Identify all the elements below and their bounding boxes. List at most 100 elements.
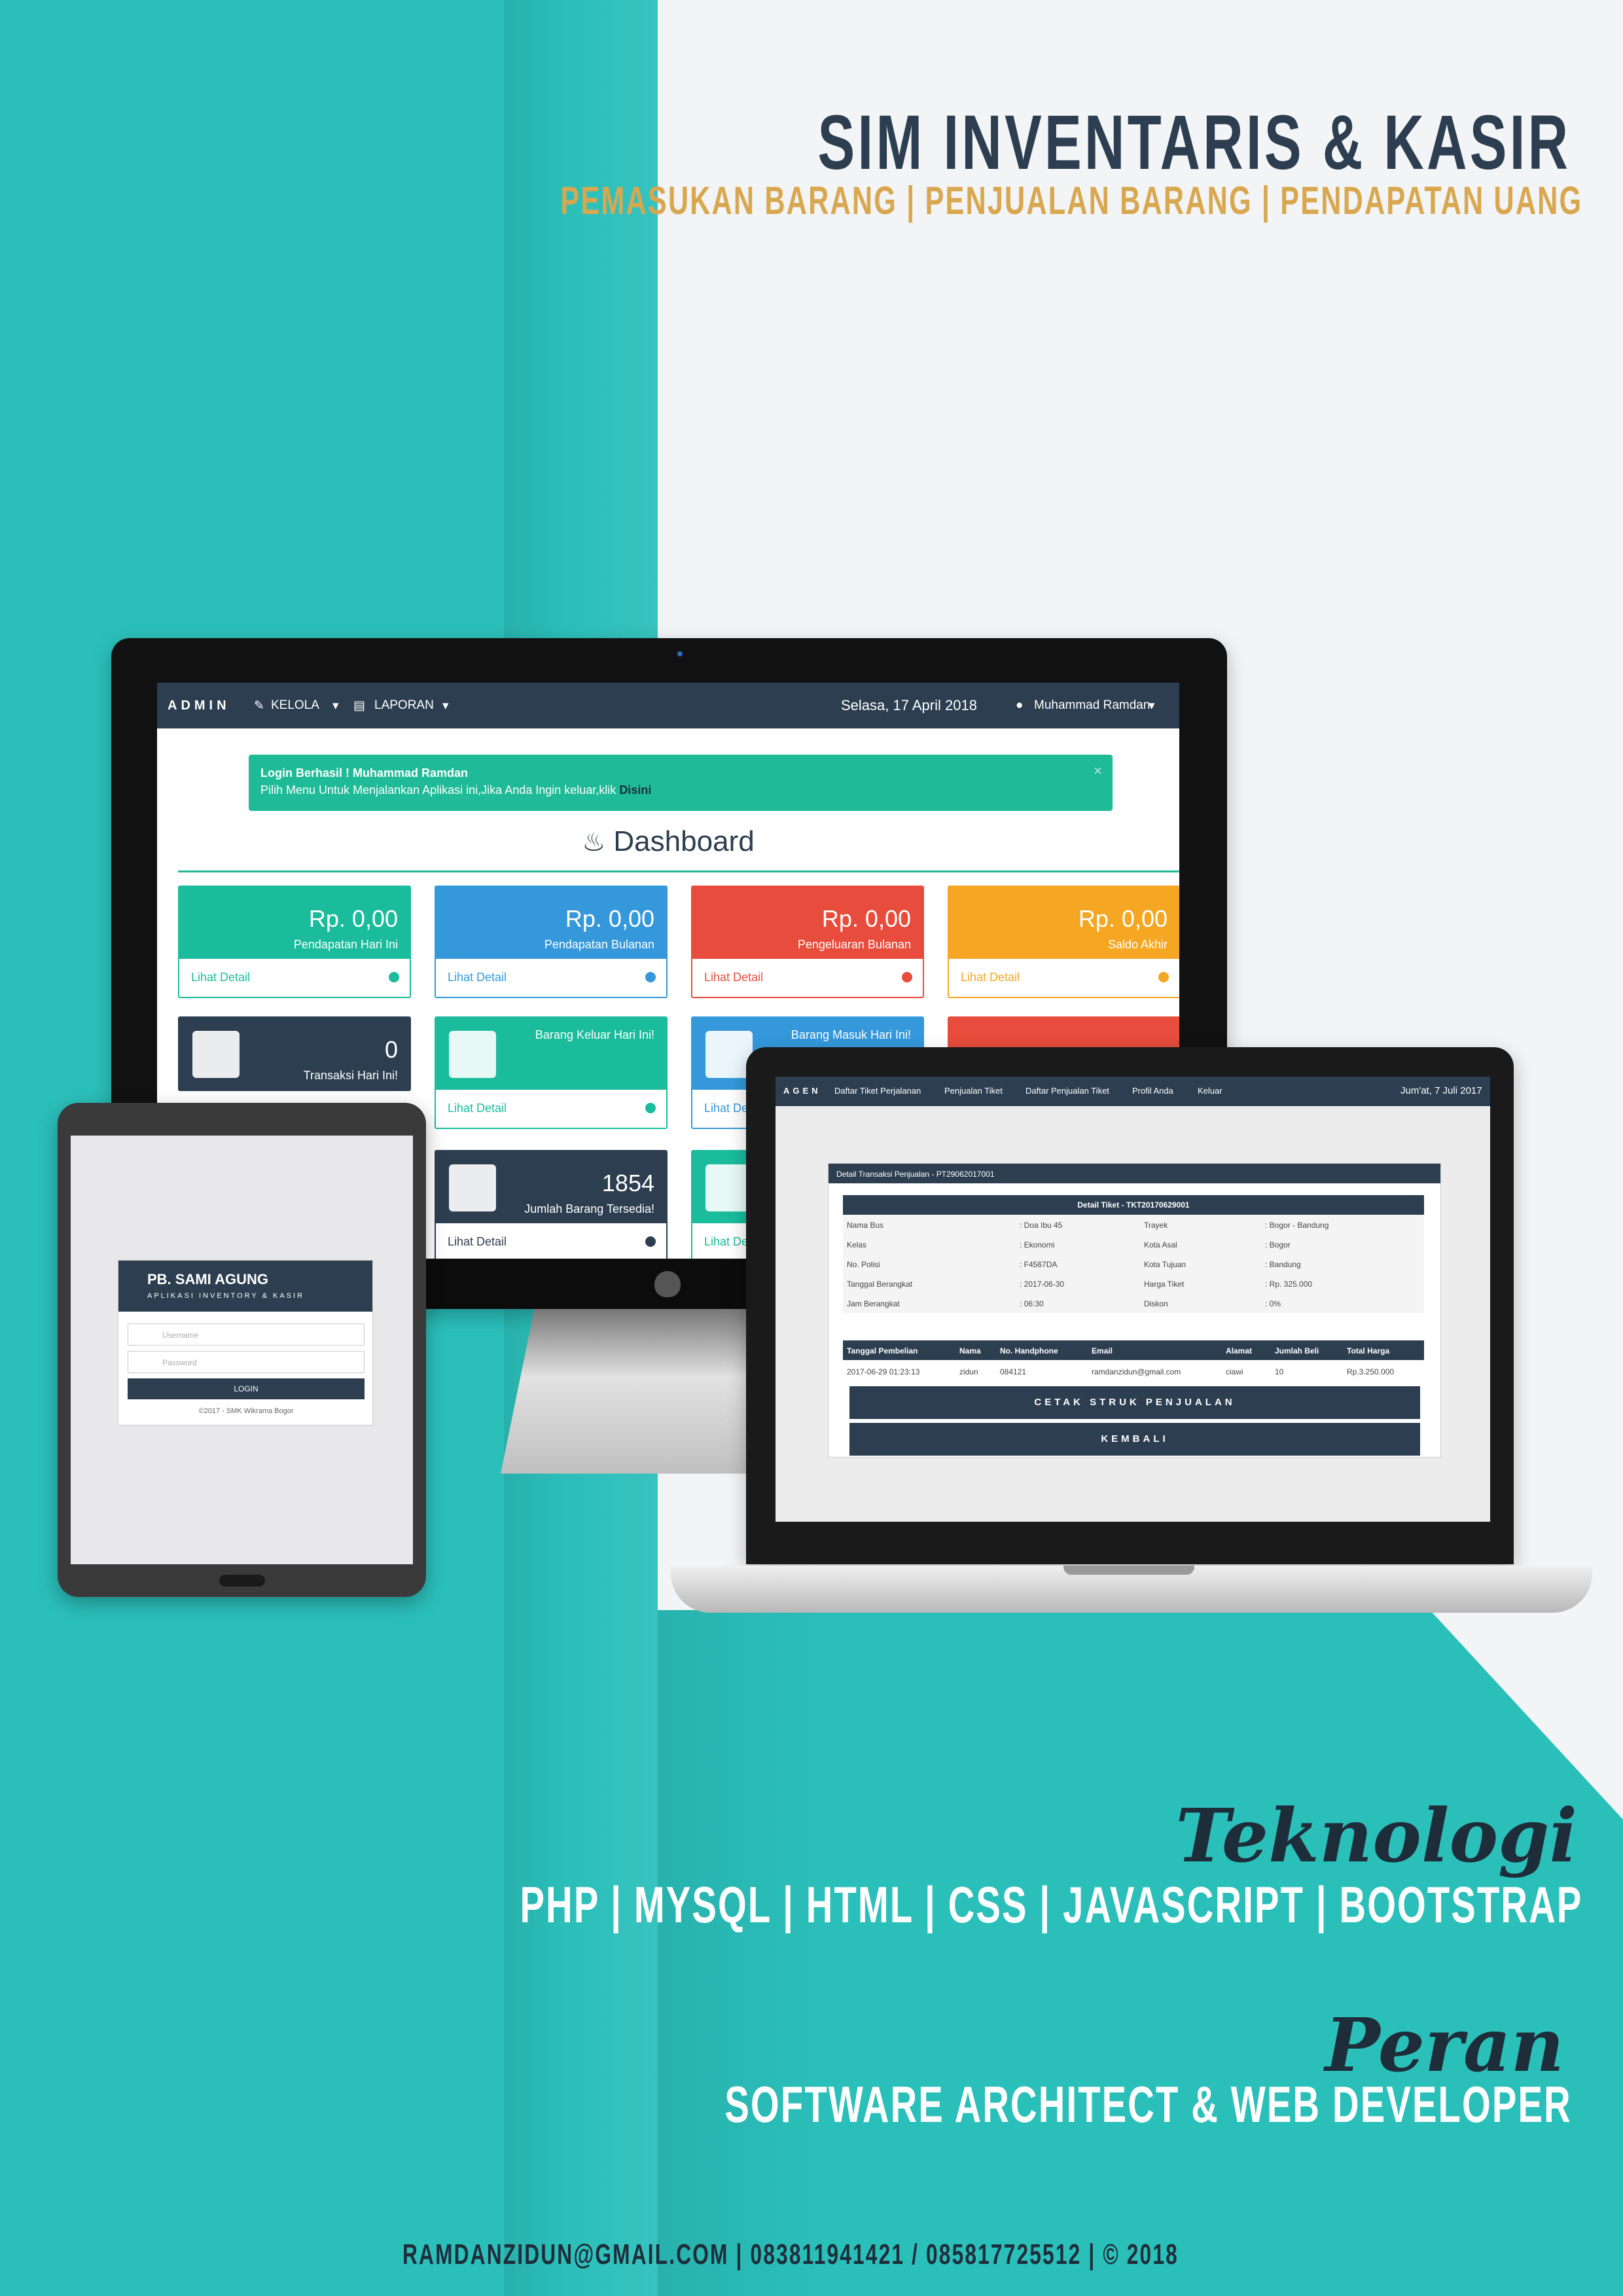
technology-heading: Teknologi xyxy=(1175,1793,1577,1879)
agent-brand[interactable]: AGEN xyxy=(783,1086,821,1096)
table-row: 2017-06-29 01:23:13 zidun 084121 ramdanz… xyxy=(843,1361,1424,1380)
arrow-circle-right-icon xyxy=(389,972,399,982)
table-cell: 084121 xyxy=(1000,1367,1027,1376)
detail-row: Tanggal Berangkat: 2017-06-30 Harga Tiket… xyxy=(843,1274,1424,1293)
arrow-circle-right-icon xyxy=(645,972,656,982)
shopping-cart-icon xyxy=(192,1031,240,1078)
detail-label: Lihat De xyxy=(704,1235,749,1248)
column-header: Jumlah Beli xyxy=(1275,1346,1319,1355)
detail-label: Lihat Detail xyxy=(448,1102,507,1115)
username-placeholder: Username xyxy=(162,1331,199,1340)
column-header: Tanggal Pembelian xyxy=(847,1346,918,1355)
stat-card: Rp. 0,00 Pendapatan Bulanan Lihat Detail xyxy=(435,886,668,998)
poster-title: SIM INVENTARIS & KASIR xyxy=(817,99,1571,186)
detail-value: : 06:30 xyxy=(1020,1299,1044,1308)
alert-link[interactable]: Disini xyxy=(619,783,651,797)
laptop-notch xyxy=(1063,1566,1194,1575)
stat-caption: Pengeluaran Bulanan xyxy=(797,938,911,951)
tablet-login-screen: PB. SAMI AGUNG APLIKASI INVENTORY & KASI… xyxy=(71,1136,413,1564)
stat-card-top: Rp. 0,00 Saldo Akhir xyxy=(949,887,1179,959)
print-receipt-button[interactable]: CETAK STRUK PENJUALAN xyxy=(849,1386,1420,1419)
apple-logo-icon xyxy=(654,1271,681,1297)
stat-caption: Barang Masuk Hari Ini! xyxy=(791,1028,911,1041)
technology-list: PHP | MYSQL | HTML | CSS | JAVASCRIPT | … xyxy=(520,1876,1582,1933)
transaction-panel: Detail Transaksi Penjualan - PT290620170… xyxy=(828,1163,1441,1458)
detail-link[interactable]: Lihat Detail xyxy=(436,1223,666,1259)
detail-row: No. Polisi: F4567DA Kota Tujuan: Bandung xyxy=(843,1254,1424,1274)
inbox-icon xyxy=(449,1164,496,1211)
stat-amount: Rp. 0,00 xyxy=(1078,905,1168,932)
detail-link[interactable]: Lihat Detail xyxy=(179,959,410,997)
stat-amount: 1854 xyxy=(601,1170,654,1196)
detail-value: : Ekonomi xyxy=(1020,1240,1055,1249)
nav-item-daftar-penjualan[interactable]: Daftar Penjualan Tiket xyxy=(1026,1086,1109,1096)
alert-title: Login Berhasil ! Muhammad Ramdan xyxy=(260,766,469,780)
detail-label: Lihat De xyxy=(704,1102,749,1115)
login-button[interactable]: LOGIN xyxy=(128,1378,365,1399)
detail-link[interactable]: Lihat Detail xyxy=(436,959,666,997)
stat-card: 0 Transaksi Hari Ini! xyxy=(178,1016,411,1091)
detail-row: Kelas: Ekonomi Kota Asal: Bogor xyxy=(843,1234,1424,1254)
menu-laporan[interactable]: LAPORAN xyxy=(374,698,434,713)
detail-link[interactable]: Lihat Detail xyxy=(436,1090,666,1128)
user-menu[interactable]: Muhammad Ramdan xyxy=(1034,698,1150,713)
stat-card-top: 0 Transaksi Hari Ini! xyxy=(179,1018,410,1090)
detail-value: : Bogor - Bandung xyxy=(1265,1221,1329,1230)
nav-item-keluar[interactable]: Keluar xyxy=(1198,1086,1222,1096)
login-tagline: APLIKASI INVENTORY & KASIR xyxy=(147,1292,305,1300)
close-icon[interactable]: × xyxy=(1094,762,1102,780)
nav-item-daftar-tiket[interactable]: Daftar Tiket Perjalanan xyxy=(834,1086,921,1096)
detail-link[interactable]: Lihat Detail xyxy=(949,959,1179,997)
stat-amount: Rp. 0,00 xyxy=(565,905,654,932)
menu-kelola[interactable]: KELOLA xyxy=(271,698,319,713)
login-header: PB. SAMI AGUNG APLIKASI INVENTORY & KASI… xyxy=(118,1261,372,1312)
detail-link[interactable]: Lihat Detail xyxy=(692,959,923,997)
stat-amount: Rp. 0,00 xyxy=(308,905,398,932)
stat-card: Rp. 0,00 Pengeluaran Bulanan Lihat Detai… xyxy=(691,886,924,998)
nav-item-profil[interactable]: Profil Anda xyxy=(1132,1086,1173,1096)
arrow-circle-right-icon xyxy=(645,1236,656,1247)
book-icon: ▤ xyxy=(353,699,365,713)
nav-item-penjualan-tiket[interactable]: Penjualan Tiket xyxy=(944,1086,1003,1096)
detail-key: Kota Tujuan xyxy=(1144,1260,1186,1269)
stat-caption: Jumlah Barang Tersedia! xyxy=(524,1202,654,1215)
stat-caption: Pendapatan Bulanan xyxy=(544,938,654,951)
page-title: ♨ Dashboard xyxy=(157,825,1179,858)
background-stripe-lower xyxy=(658,1610,821,2296)
column-header: Nama xyxy=(959,1346,981,1355)
password-field[interactable]: Password xyxy=(128,1351,365,1373)
chevron-down-icon: ▾ xyxy=(442,699,449,713)
share-arrow-icon xyxy=(449,1031,496,1078)
login-success-alert: Login Berhasil ! Muhammad Ramdan Pilih M… xyxy=(249,755,1113,811)
table-cell: Rp.3.250.000 xyxy=(1347,1367,1395,1376)
agent-navbar: AGEN Daftar Tiket Perjalanan Penjualan T… xyxy=(776,1077,1490,1106)
agent-date: Jum'at, 7 Juli 2017 xyxy=(1400,1085,1482,1096)
user-icon: ● xyxy=(1016,698,1024,712)
admin-brand[interactable]: ADMIN xyxy=(168,698,230,713)
role-text: SOFTWARE ARCHITECT & WEB DEVELOPER xyxy=(724,2075,1572,2133)
arrow-circle-right-icon xyxy=(1158,972,1169,982)
sales-table-header: Tanggal Pembelian Nama No. Handphone Ema… xyxy=(843,1340,1424,1360)
detail-value: : Bandung xyxy=(1265,1260,1301,1269)
admin-date: Selasa, 17 April 2018 xyxy=(841,697,977,713)
stat-card-top: Rp. 0,00 Pendapatan Hari Ini xyxy=(179,887,410,959)
stat-card: Barang Keluar Hari Ini! Lihat Detail xyxy=(435,1016,668,1129)
title-divider xyxy=(178,870,1179,872)
stat-caption: Pendapatan Hari Ini xyxy=(293,938,398,951)
back-button[interactable]: KEMBALI xyxy=(849,1423,1420,1456)
detail-value: : Doa Ibu 45 xyxy=(1020,1221,1063,1230)
dashboard-title: Dashboard xyxy=(613,825,755,857)
stat-card-top: Rp. 0,00 Pengeluaran Bulanan xyxy=(692,887,923,959)
login-footer: ©2017 - SMK Wikrama Bogor xyxy=(198,1407,294,1415)
tablet-home-button xyxy=(219,1575,265,1587)
detail-key: Harga Tiket xyxy=(1144,1280,1185,1289)
detail-key: Jam Berangkat xyxy=(847,1299,900,1308)
detail-key: No. Polisi xyxy=(847,1260,880,1269)
username-field[interactable]: Username xyxy=(128,1323,365,1346)
table-cell: 2017-06-29 01:23:13 xyxy=(847,1367,920,1376)
stat-caption: Barang Keluar Hari Ini! xyxy=(535,1028,654,1041)
detail-key: Diskon xyxy=(1144,1299,1168,1308)
alert-text: Pilih Menu Untuk Menjalankan Aplikasi in… xyxy=(260,783,651,797)
chevron-down-icon: ▾ xyxy=(1149,699,1155,713)
detail-row: Jam Berangkat: 06:30 Diskon: 0% xyxy=(843,1293,1424,1313)
